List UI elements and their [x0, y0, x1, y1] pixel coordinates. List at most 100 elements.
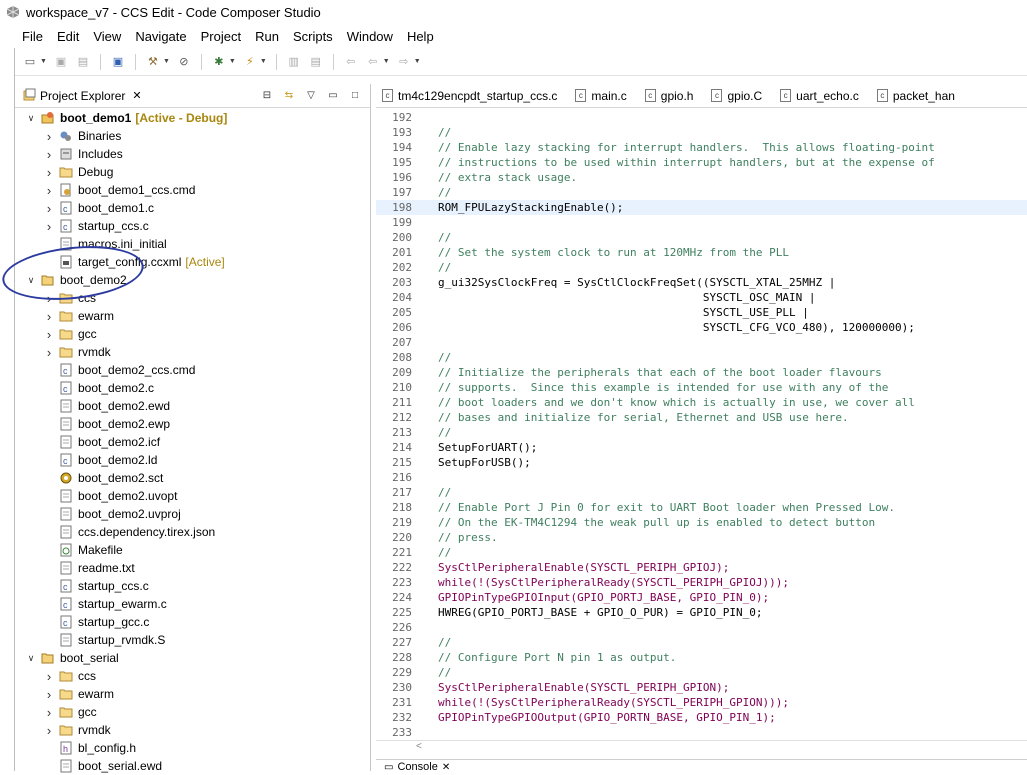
- code-line[interactable]: 204 SYSCTL_OSC_MAIN |: [376, 290, 1027, 305]
- tree-item[interactable]: › c startup_ccs.c: [15, 217, 370, 235]
- code-line[interactable]: 221 //: [376, 545, 1027, 560]
- collapse-all-icon[interactable]: ⊟: [260, 88, 274, 102]
- chevron-right-icon[interactable]: ›: [43, 129, 55, 144]
- tree-item[interactable]: ccs.dependency.tirex.json: [15, 523, 370, 541]
- tree-item[interactable]: › ccs: [15, 289, 370, 307]
- chevron-down-icon[interactable]: ∨: [25, 112, 37, 124]
- code-line[interactable]: 208 //: [376, 350, 1027, 365]
- code-line[interactable]: 232 GPIOPinTypeGPIOOutput(GPIO_PORTN_BASE…: [376, 710, 1027, 725]
- tree-item[interactable]: › gcc: [15, 325, 370, 343]
- code-line[interactable]: 219 // On the EK-TM4C1294 the weak pull u…: [376, 515, 1027, 530]
- code-line[interactable]: 201 // Set the system clock to run at 120…: [376, 245, 1027, 260]
- menu-navigate[interactable]: Navigate: [135, 29, 186, 44]
- maximize-icon[interactable]: □: [348, 88, 362, 102]
- tree-item[interactable]: c boot_demo2.c: [15, 379, 370, 397]
- chevron-down-icon[interactable]: ▼: [414, 58, 421, 65]
- close-icon[interactable]: ✕: [132, 89, 141, 102]
- tree-item[interactable]: › Binaries: [15, 127, 370, 145]
- save-all-icon[interactable]: ▤: [75, 54, 91, 70]
- nav2-icon[interactable]: ▤: [308, 54, 324, 70]
- back-icon[interactable]: ⇦: [343, 54, 359, 70]
- tree-item[interactable]: › ewarm: [15, 685, 370, 703]
- code-line[interactable]: 227 //: [376, 635, 1027, 650]
- tree-item[interactable]: boot_demo2.uvopt: [15, 487, 370, 505]
- tree-item[interactable]: › Includes: [15, 145, 370, 163]
- menu-help[interactable]: Help: [407, 29, 434, 44]
- menu-edit[interactable]: Edit: [57, 29, 79, 44]
- tree-item[interactable]: boot_serial.ewd: [15, 757, 370, 775]
- chevron-right-icon[interactable]: ›: [43, 201, 55, 216]
- chevron-right-icon[interactable]: ›: [43, 165, 55, 180]
- code-line[interactable]: 210 // supports. Since this example is in…: [376, 380, 1027, 395]
- code-line[interactable]: 223 while(!(SysCtlPeripheralReady(SYSCTL_…: [376, 575, 1027, 590]
- tree-item[interactable]: target_config.ccxml [Active]: [15, 253, 370, 271]
- code-line[interactable]: 222 SysCtlPeripheralEnable(SYSCTL_PERIPH_…: [376, 560, 1027, 575]
- code-line[interactable]: 196 // extra stack usage.: [376, 170, 1027, 185]
- code-line[interactable]: 203 g_ui32SysClockFreq = SysCtlClockFreqS…: [376, 275, 1027, 290]
- tree-item[interactable]: c startup_ccs.c: [15, 577, 370, 595]
- tree-item[interactable]: boot_demo2.ewd: [15, 397, 370, 415]
- chevron-down-icon[interactable]: ▼: [40, 58, 47, 65]
- flash-icon[interactable]: ⚡: [242, 54, 258, 70]
- menu-window[interactable]: Window: [347, 29, 393, 44]
- code-line[interactable]: 214 SetupForUART();: [376, 440, 1027, 455]
- back-nav-icon[interactable]: ⇦: [365, 54, 381, 70]
- save-icon[interactable]: ▣: [53, 54, 69, 70]
- tree-item[interactable]: c boot_demo2_ccs.cmd: [15, 361, 370, 379]
- clear-icon[interactable]: ⊘: [176, 54, 192, 70]
- chevron-right-icon[interactable]: ›: [43, 669, 55, 684]
- chevron-right-icon[interactable]: ›: [43, 327, 55, 342]
- tree-item[interactable]: › rvmdk: [15, 721, 370, 739]
- code-area[interactable]: 192 193 // 194 // Enable lazy stacking for i…: [376, 110, 1027, 740]
- chevron-down-icon[interactable]: ▼: [383, 58, 390, 65]
- chevron-down-icon[interactable]: ▼: [260, 58, 267, 65]
- tree-item[interactable]: boot_demo2.uvproj: [15, 505, 370, 523]
- code-line[interactable]: 231 while(!(SysCtlPeripheralReady(SYSCTL_…: [376, 695, 1027, 710]
- chevron-right-icon[interactable]: ›: [43, 687, 55, 702]
- build-icon[interactable]: ⚒: [145, 54, 161, 70]
- tree-item[interactable]: › Debug: [15, 163, 370, 181]
- horizontal-scrollbar[interactable]: <: [376, 740, 1027, 754]
- tree-item[interactable]: h bl_config.h: [15, 739, 370, 757]
- code-line[interactable]: 212 // bases and initialize for serial, E…: [376, 410, 1027, 425]
- code-line[interactable]: 198 ROM_FPULazyStackingEnable();: [376, 200, 1027, 215]
- link-editor-icon[interactable]: ⇆: [282, 88, 296, 102]
- tree-item[interactable]: ∨ boot_demo2: [15, 271, 370, 289]
- code-line[interactable]: 205 SYSCTL_USE_PLL |: [376, 305, 1027, 320]
- tree-item[interactable]: c startup_gcc.c: [15, 613, 370, 631]
- menu-project[interactable]: Project: [201, 29, 241, 44]
- nav-icon[interactable]: ▥: [286, 54, 302, 70]
- code-line[interactable]: 226: [376, 620, 1027, 635]
- forward-icon[interactable]: ⇨: [396, 54, 412, 70]
- tree-item[interactable]: › gcc: [15, 703, 370, 721]
- new-icon[interactable]: ▭: [22, 54, 38, 70]
- editor-tab[interactable]: c packet_han: [871, 84, 967, 107]
- tree-item[interactable]: › ewarm: [15, 307, 370, 325]
- code-line[interactable]: 220 // press.: [376, 530, 1027, 545]
- tree-item[interactable]: c boot_demo2.ld: [15, 451, 370, 469]
- tree-item[interactable]: boot_demo2.sct: [15, 469, 370, 487]
- tree-item[interactable]: macros.ini_initial: [15, 235, 370, 253]
- tree-item[interactable]: ∨ boot_demo1 [Active - Debug]: [15, 109, 370, 127]
- chevron-right-icon[interactable]: ›: [43, 219, 55, 234]
- menu-file[interactable]: File: [22, 29, 43, 44]
- code-line[interactable]: 216: [376, 470, 1027, 485]
- code-line[interactable]: 217 //: [376, 485, 1027, 500]
- code-line[interactable]: 233: [376, 725, 1027, 740]
- chevron-right-icon[interactable]: ›: [43, 705, 55, 720]
- tree-item[interactable]: ∨ boot_serial: [15, 649, 370, 667]
- chevron-right-icon[interactable]: ›: [43, 147, 55, 162]
- debug-icon[interactable]: ✱: [211, 54, 227, 70]
- code-line[interactable]: 209 // Initialize the peripherals that ea…: [376, 365, 1027, 380]
- chevron-down-icon[interactable]: ∨: [25, 652, 37, 664]
- editor-tab[interactable]: c main.c: [569, 84, 638, 107]
- tree-item[interactable]: readme.txt: [15, 559, 370, 577]
- code-line[interactable]: 213 //: [376, 425, 1027, 440]
- code-line[interactable]: 224 GPIOPinTypeGPIOInput(GPIO_PORTJ_BASE,…: [376, 590, 1027, 605]
- chevron-right-icon[interactable]: ›: [43, 309, 55, 324]
- chevron-right-icon[interactable]: ›: [43, 723, 55, 738]
- tree-item[interactable]: › c boot_demo1.c: [15, 199, 370, 217]
- chevron-down-icon[interactable]: ∨: [25, 274, 37, 286]
- code-line[interactable]: 211 // boot loaders and we don't know whi…: [376, 395, 1027, 410]
- code-line[interactable]: 195 // instructions to be used within int…: [376, 155, 1027, 170]
